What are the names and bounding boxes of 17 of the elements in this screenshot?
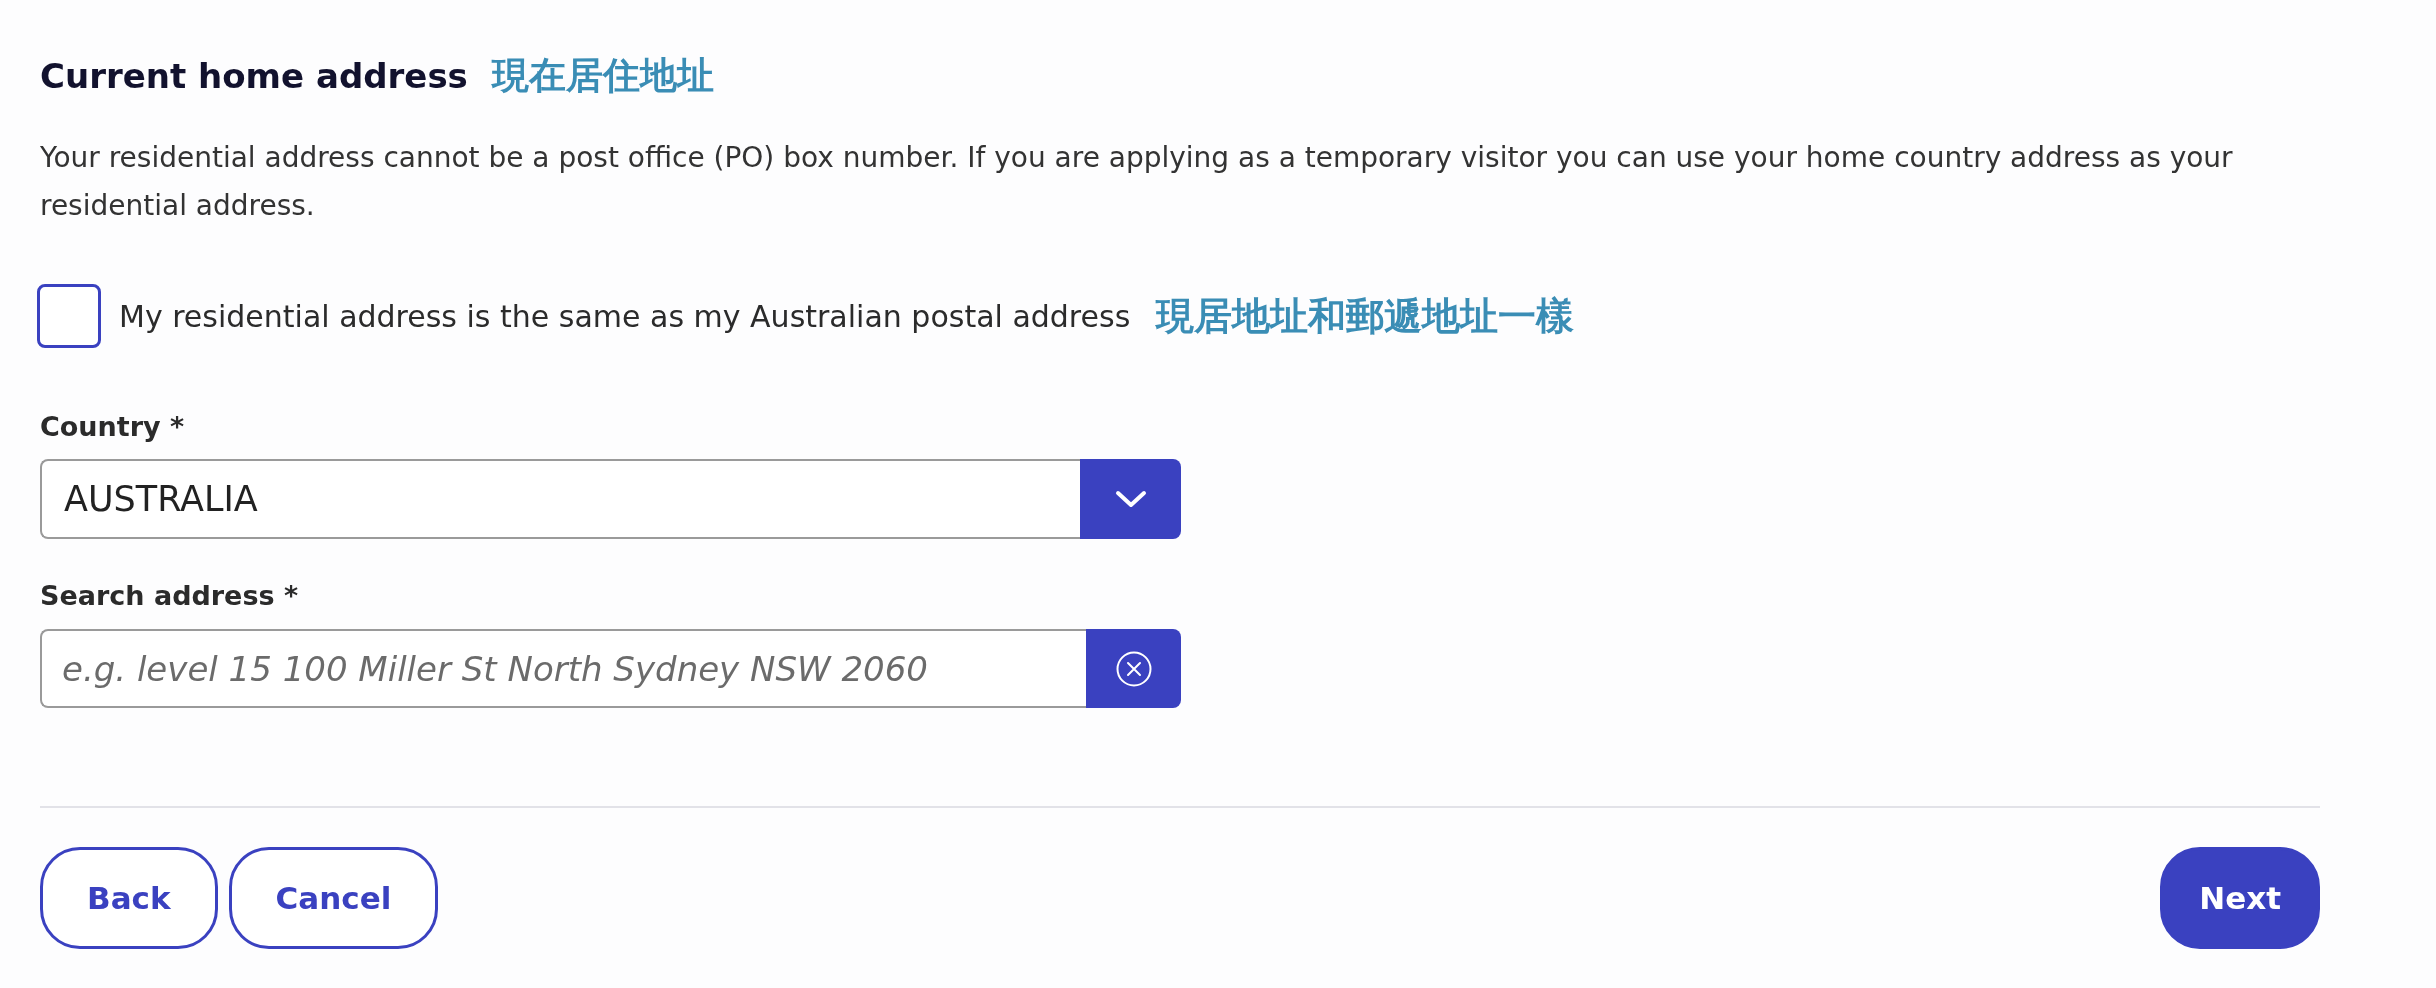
chevron-down-icon (1114, 489, 1147, 509)
secondary-button[interactable]: Cancel (228, 847, 439, 949)
section-heading: Current home address (40, 55, 468, 98)
heading-translation: 現在居住地址 (491, 54, 714, 98)
checkbox-label: My residential address is the same as my Australian postal address (119, 297, 1131, 336)
clear-button[interactable] (1086, 629, 1181, 708)
field-label: Country * (40, 410, 185, 444)
checkbox-translation: 現居地址和郵遞地址一樣 (1156, 292, 1575, 340)
dropdown-button[interactable] (1080, 459, 1181, 539)
search-address-field[interactable]: e.g. level 15 100 Miller St North Sydney NSW 2060 (40, 629, 1086, 708)
checkbox[interactable] (37, 284, 101, 348)
secondary-button[interactable]: Back (40, 847, 218, 949)
country-select[interactable]: AUSTRALIA (40, 459, 1080, 539)
next-button[interactable]: Next (2160, 847, 2320, 949)
intro-paragraph: Your residential address cannot be a post office (PO) box number. If you are applying as a temporary visitor you can use your home country address as your residential address. (40, 140, 2234, 224)
x-circle-icon (1115, 650, 1152, 687)
field-label: Search address * (40, 579, 299, 613)
